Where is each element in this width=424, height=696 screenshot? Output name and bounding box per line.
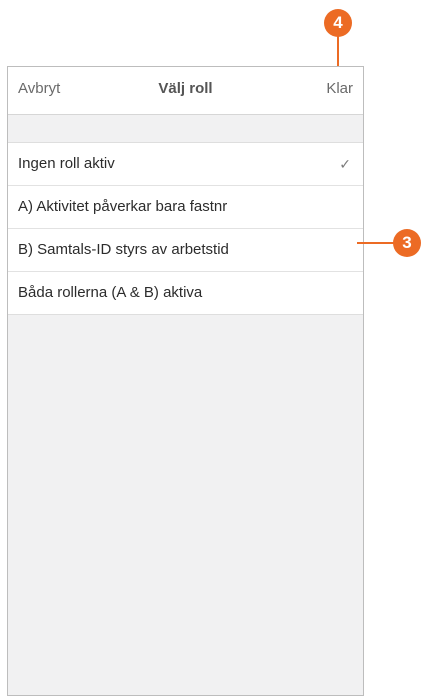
role-option-label: A) Aktivitet påverkar bara fastnr (18, 198, 228, 215)
role-option-none[interactable]: Ingen roll aktiv ✓ (8, 143, 363, 186)
callout-badge-4: 4 (324, 9, 352, 37)
role-option-both[interactable]: Båda rollerna (A & B) aktiva (8, 272, 363, 314)
phone-screen: Avbryt Välj roll Klar Ingen roll aktiv ✓… (7, 66, 364, 696)
role-option-a[interactable]: A) Aktivitet påverkar bara fastnr (8, 186, 363, 229)
callout-badge-3: 3 (393, 229, 421, 257)
callout-line-3 (357, 242, 394, 244)
navigation-bar: Avbryt Välj roll Klar (8, 67, 363, 115)
page-title: Välj roll (158, 80, 213, 97)
role-option-b[interactable]: B) Samtals-ID styrs av arbetstid (8, 229, 363, 272)
role-option-label: Båda rollerna (A & B) aktiva (18, 284, 203, 301)
checkmark-icon: ✓ (339, 156, 351, 172)
done-button[interactable]: Klar (326, 80, 353, 97)
role-list: Ingen roll aktiv ✓ A) Aktivitet påverkar… (8, 142, 363, 315)
role-option-label: B) Samtals-ID styrs av arbetstid (18, 241, 229, 258)
role-option-label: Ingen roll aktiv (18, 155, 115, 172)
